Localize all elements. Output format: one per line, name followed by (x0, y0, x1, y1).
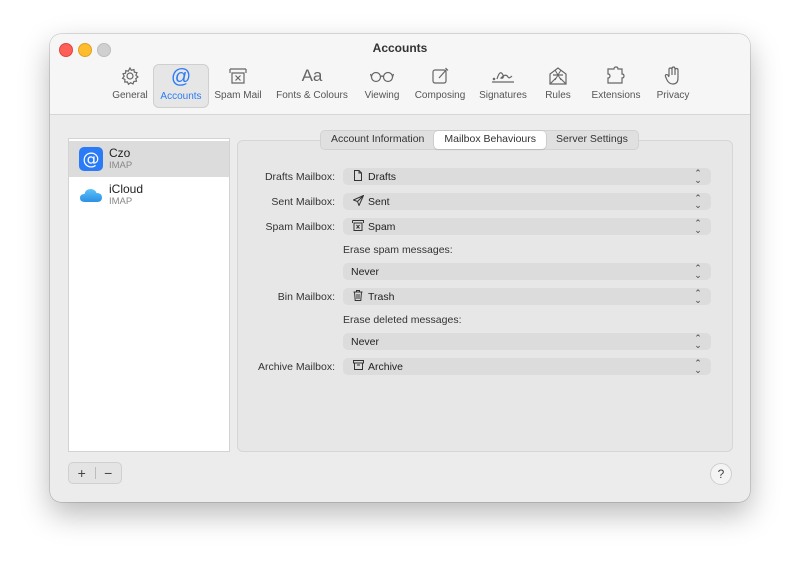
toolbar-privacy-label: Privacy (656, 90, 690, 101)
tab-account-information[interactable]: Account Information (321, 131, 434, 149)
erase-deleted-value: Never (351, 335, 380, 348)
toolbar-fonts-colours[interactable]: Aa Fonts & Colours (272, 64, 352, 106)
drafts-mailbox-value: Drafts (368, 170, 397, 183)
toolbar-spam-mail[interactable]: Spam Mail (212, 64, 264, 106)
toolbar-spam-label: Spam Mail (214, 90, 262, 101)
toolbar-rules[interactable]: Rules (540, 64, 576, 106)
toolbar-viewing[interactable]: Viewing (360, 64, 404, 106)
tab-server-settings[interactable]: Server Settings (546, 131, 638, 149)
erase-deleted-select[interactable]: Never ⌃ ⌄ (343, 333, 711, 350)
puzzle-icon (605, 64, 627, 88)
sent-mailbox-select[interactable]: Sent ⌃ ⌄ (343, 193, 711, 210)
toolbar-signatures-label: Signatures (479, 90, 527, 101)
fonts-icon: Aa (301, 66, 323, 85)
erase-deleted-label: Erase deleted messages: (343, 314, 462, 326)
sent-mailbox-label: Sent Mailbox: (271, 196, 335, 208)
toolbar-composing[interactable]: Composing (410, 64, 470, 106)
sent-mailbox-value: Sent (368, 195, 390, 208)
account-name: Czo (109, 146, 131, 160)
erase-spam-label: Erase spam messages: (343, 244, 453, 256)
toolbar-accounts[interactable]: @ Accounts (153, 64, 209, 108)
bin-mailbox-label: Bin Mailbox: (277, 291, 335, 303)
preferences-window: Accounts General @ Accounts Spam Mail Aa… (50, 34, 750, 502)
paperplane-icon (351, 194, 365, 209)
toolbar-composing-label: Composing (414, 90, 466, 101)
bin-mailbox-value: Trash (368, 290, 395, 303)
help-button[interactable]: ? (710, 463, 732, 485)
compose-icon (430, 64, 450, 88)
spam-mailbox-label: Spam Mailbox: (265, 221, 335, 233)
window-title: Accounts (372, 41, 428, 55)
toolbar-privacy[interactable]: Privacy (653, 64, 693, 106)
archive-mailbox-value: Archive (368, 360, 404, 373)
toolbar-general-label: General (112, 90, 148, 101)
updown-arrows-icon: ⌃ ⌄ (694, 217, 702, 235)
svg-text:@: @ (83, 150, 100, 170)
icloud-icon (79, 183, 103, 207)
hand-icon (664, 64, 682, 88)
toolbar-general[interactable]: General (108, 64, 152, 106)
updown-arrows-icon: ⌃ ⌄ (694, 192, 702, 210)
toolbar-fonts-label: Fonts & Colours (276, 90, 348, 101)
archive-mailbox-select[interactable]: Archive ⌃ ⌄ (343, 358, 711, 375)
gear-icon (120, 64, 140, 88)
spam-tray-icon (351, 219, 365, 234)
tab-bar: Account Information Mailbox Behaviours S… (320, 130, 639, 150)
updown-arrows-icon: ⌃ ⌄ (694, 167, 702, 185)
spam-tray-icon (228, 64, 248, 88)
drafts-mailbox-label: Drafts Mailbox: (264, 171, 335, 183)
toolbar-viewing-label: Viewing (364, 90, 400, 101)
spam-mailbox-select[interactable]: Spam ⌃ ⌄ (343, 218, 711, 235)
title-bar: Accounts General @ Accounts Spam Mail Aa… (50, 34, 750, 115)
tab-mailbox-behaviours[interactable]: Mailbox Behaviours (434, 131, 547, 149)
updown-arrows-icon: ⌃ ⌄ (694, 262, 702, 280)
account-name: iCloud (109, 182, 144, 196)
erase-spam-select[interactable]: Never ⌃ ⌄ (343, 263, 711, 280)
updown-arrows-icon: ⌃ ⌄ (694, 332, 702, 350)
spam-mailbox-value: Spam (368, 220, 396, 233)
erase-spam-value: Never (351, 265, 380, 278)
doc-icon (351, 169, 365, 184)
updown-arrows-icon: ⌃ ⌄ (694, 287, 702, 305)
toolbar-extensions[interactable]: Extensions (586, 64, 646, 106)
archive-mailbox-label: Archive Mailbox: (257, 361, 335, 373)
bin-mailbox-select[interactable]: Trash ⌃ ⌄ (343, 288, 711, 305)
rules-envelope-icon (547, 64, 569, 88)
at-account-icon: @ (79, 147, 103, 171)
toolbar-signatures[interactable]: Signatures (475, 64, 531, 106)
trash-icon (351, 289, 365, 304)
account-type: IMAP (109, 196, 133, 207)
updown-arrows-icon: ⌃ ⌄ (694, 357, 702, 375)
toolbar-extensions-label: Extensions (591, 90, 641, 101)
add-account-button[interactable]: + (69, 464, 95, 482)
toolbar-rules-label: Rules (545, 90, 571, 101)
drafts-mailbox-select[interactable]: Drafts ⌃ ⌄ (343, 168, 711, 185)
toolbar-accounts-label: Accounts (160, 91, 202, 102)
account-type: IMAP (109, 160, 133, 171)
add-remove-control: + − (68, 462, 122, 484)
remove-account-button[interactable]: − (96, 464, 122, 482)
archive-box-icon (351, 360, 365, 373)
at-icon: @ (170, 65, 192, 88)
signature-icon (490, 64, 516, 88)
glasses-icon (370, 64, 394, 88)
